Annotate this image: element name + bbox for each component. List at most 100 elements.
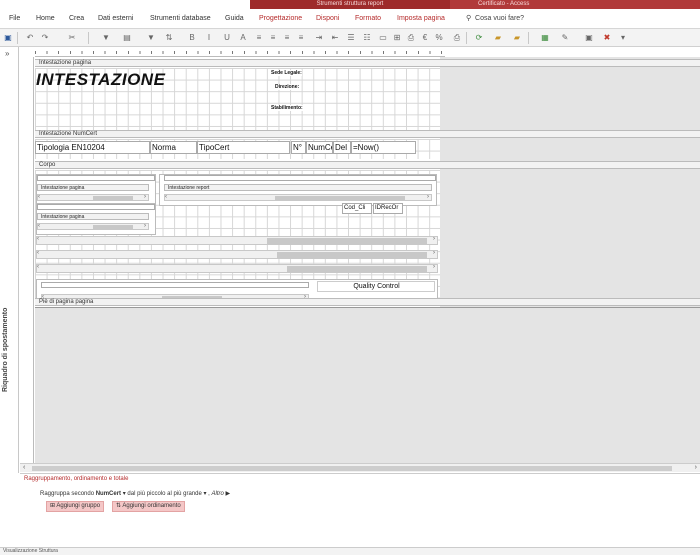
page-header-area[interactable]: INTESTAZIONE Sede Legale: Direzione: Sta…: [35, 68, 440, 130]
pencil-icon[interactable]: ✎: [560, 33, 570, 43]
subreport-3[interactable]: Intestazione pagina ‹ ›: [36, 203, 156, 235]
tab-dati-esterni[interactable]: Dati esterni: [98, 15, 133, 22]
group-row[interactable]: Raggruppa secondo NumCert ▾ dal più picc…: [40, 490, 230, 497]
underline-icon[interactable]: U: [222, 33, 232, 43]
sort-icon[interactable]: ⇅: [164, 33, 174, 43]
group-order-select[interactable]: dal più piccolo al più grande: [127, 491, 201, 497]
scroll-thumb[interactable]: [32, 466, 672, 471]
format-icon[interactable]: ▤: [122, 33, 132, 43]
field-norma[interactable]: Norma: [150, 141, 197, 154]
refresh-icon[interactable]: ⟳: [474, 33, 484, 43]
section-bar-page-footer[interactable]: Piè di pagina pagina: [35, 298, 700, 306]
tab-file[interactable]: File: [9, 15, 20, 22]
subreport-2-scrollbar[interactable]: ‹ ›: [164, 194, 432, 201]
currency-icon[interactable]: €: [420, 33, 430, 43]
section-bar-page-header[interactable]: Intestazione pagina: [35, 59, 700, 67]
label-quality-control[interactable]: Quality Control: [317, 281, 435, 292]
redo-icon[interactable]: ↷: [40, 33, 50, 43]
designer-horizontal-scrollbar[interactable]: ‹ ›: [20, 463, 700, 472]
folder-icon[interactable]: ▰: [512, 33, 522, 43]
label-sede-legale[interactable]: Sede Legale:: [271, 70, 302, 76]
contextual-group-label: Strumenti struttura report: [250, 0, 450, 9]
percent-icon[interactable]: %: [434, 33, 444, 43]
scroll-left-icon[interactable]: ‹: [23, 464, 25, 471]
tell-me-box[interactable]: ⚲ Cosa vuoi fare?: [466, 14, 524, 22]
group-field-select[interactable]: NumCert: [96, 491, 121, 497]
field-tipocert[interactable]: TipoCert: [197, 141, 290, 154]
excel-export-icon[interactable]: ▦: [540, 33, 550, 43]
separator: [466, 32, 467, 44]
italic-icon[interactable]: I: [204, 33, 214, 43]
tab-formato[interactable]: Formato: [355, 15, 381, 22]
label-stabilimento[interactable]: Stabilimento:: [271, 105, 303, 111]
filter-icon[interactable]: ▼: [101, 33, 111, 43]
grid-icon[interactable]: ⊞: [392, 33, 402, 43]
print-icon[interactable]: ⎙: [406, 33, 416, 43]
subreport-1[interactable]: Intestazione pagina ‹ ›: [36, 174, 156, 206]
subreport-5-scrollbar[interactable]: ‹ ›: [36, 250, 438, 259]
undo-icon[interactable]: ↶: [25, 33, 35, 43]
subreport-1-header-bar: Intestazione pagina: [37, 184, 149, 191]
window-icon[interactable]: ▣: [584, 33, 594, 43]
page-footer-area[interactable]: [35, 307, 700, 463]
scroll-right-icon[interactable]: ›: [695, 464, 697, 471]
tab-crea[interactable]: Crea: [69, 15, 84, 22]
bullets-icon[interactable]: ☰: [346, 33, 356, 43]
tab-disponi[interactable]: Disponi: [316, 15, 339, 22]
field-cod-cli[interactable]: Cod_Cli: [342, 203, 372, 214]
align-right-icon[interactable]: ≡: [282, 33, 292, 43]
field-idrecor[interactable]: IDRecOr: [373, 203, 403, 214]
shape-icon[interactable]: ▭: [378, 33, 388, 43]
subreport-2[interactable]: Intestazione report ‹ ›: [159, 174, 437, 206]
label-numero[interactable]: N°: [291, 141, 306, 154]
tab-strumenti-database[interactable]: Strumenti database: [150, 15, 211, 22]
ribbon-tabs: File Home Crea Dati esterni Strumenti da…: [0, 9, 700, 29]
subreport-3-scrollbar[interactable]: ‹ ›: [37, 223, 149, 230]
add-sort-button[interactable]: ⇅ Aggiungi ordinamento: [112, 501, 185, 512]
field-numcert[interactable]: NumCe: [306, 141, 333, 154]
save-icon[interactable]: ▣: [3, 33, 13, 43]
numcert-header-area[interactable]: Tipologia EN10204 Norma TipoCert N° NumC…: [35, 139, 440, 159]
subreport-4-scrollbar[interactable]: ‹ ›: [36, 236, 438, 245]
cut-icon[interactable]: ✂: [67, 33, 77, 43]
expand-nav-icon[interactable]: »: [5, 49, 9, 58]
tab-imposta-pagina[interactable]: Imposta pagina: [397, 15, 445, 22]
section-bar-body[interactable]: Corpo: [35, 161, 700, 169]
subreport-ruler: [37, 204, 155, 210]
tab-home[interactable]: Home: [36, 15, 55, 22]
section-header-label: Intestazione pagina: [39, 60, 92, 66]
outdent-icon[interactable]: ⇤: [330, 33, 340, 43]
section-bar-numcert-header[interactable]: Intestazione NumCert: [35, 130, 700, 138]
tab-guida[interactable]: Guida: [225, 15, 244, 22]
align-left-icon[interactable]: ≡: [254, 33, 264, 43]
label-direzione[interactable]: Direzione:: [275, 84, 300, 90]
vertical-ruler: [20, 57, 34, 471]
report-title[interactable]: INTESTAZIONE: [36, 70, 165, 90]
indent-icon[interactable]: ⇥: [314, 33, 324, 43]
printer-icon[interactable]: ⎙: [452, 33, 462, 43]
add-group-button[interactable]: ⊞ Aggiungi gruppo: [46, 501, 105, 512]
chevron-down-icon[interactable]: ▾ ,: [203, 491, 211, 497]
justify-icon[interactable]: ≡: [296, 33, 306, 43]
report-designer[interactable]: Intestazione pagina INTESTAZIONE Sede Le…: [20, 47, 700, 473]
group-more-link[interactable]: Altro ▶: [212, 491, 231, 497]
customize-toolbar-icon[interactable]: ▾: [618, 33, 628, 43]
filter-advanced-icon[interactable]: ▼: [146, 33, 156, 43]
close-object-icon[interactable]: ✖: [602, 33, 612, 43]
align-center-icon[interactable]: ≡: [268, 33, 278, 43]
separator: [528, 32, 529, 44]
label-del[interactable]: Del: [333, 141, 351, 154]
numbering-icon[interactable]: ☷: [362, 33, 372, 43]
app-title: Certificato - Access: [478, 1, 530, 7]
bold-icon[interactable]: B: [187, 33, 197, 43]
font-color-icon[interactable]: A: [238, 33, 248, 43]
field-now-date[interactable]: =Now(): [351, 141, 416, 154]
body-area[interactable]: Intestazione pagina ‹ › Intestazione repo…: [35, 170, 440, 306]
subreport-6-scrollbar[interactable]: ‹ ›: [36, 264, 438, 273]
navigation-pane[interactable]: » Riquadro di spostamento: [0, 47, 19, 473]
status-text: Visualizzazione Struttura: [3, 548, 58, 554]
tab-progettazione[interactable]: Progettazione: [259, 15, 302, 22]
open-folder-icon[interactable]: ▰: [493, 33, 503, 43]
field-tipologia[interactable]: Tipologia EN10204: [35, 141, 150, 154]
subreport-1-scrollbar[interactable]: ‹ ›: [37, 194, 149, 201]
